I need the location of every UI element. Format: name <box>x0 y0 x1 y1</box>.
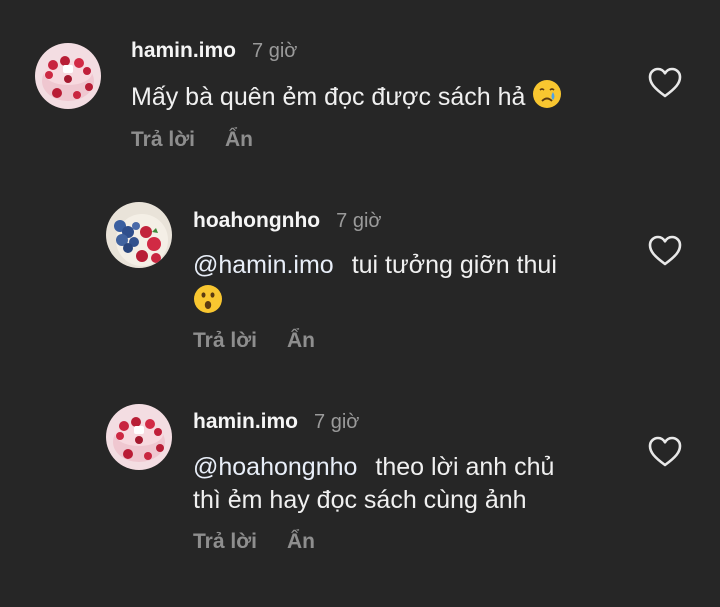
avatar[interactable] <box>106 404 172 470</box>
comment-text-line-1: theo lời anh chủ <box>375 453 555 481</box>
comment-header: hamin.imo 7 giờ <box>193 409 359 437</box>
comment-thread: hamin.imo 7 giờ Mấy bà quên ẻm đọc được s… <box>0 0 720 607</box>
heart-icon[interactable] <box>648 436 682 468</box>
comment-actions: Trả lời Ẩn <box>193 529 315 555</box>
timestamp: 7 giờ <box>314 411 360 433</box>
comment-text-line-2: thì ẻm hay đọc sách cùng ảnh <box>193 486 527 514</box>
mention-link[interactable]: @hoahongnho <box>193 453 357 481</box>
reply-button[interactable]: Trả lời <box>193 530 257 553</box>
comment-text: @hoahongnho theo lời anh chủ thì ẻm hay đ… <box>193 451 633 517</box>
hide-button[interactable]: Ẩn <box>287 530 315 553</box>
comment-item: hamin.imo 7 giờ @hoahongnho theo lời anh c… <box>0 0 720 607</box>
username[interactable]: hamin.imo <box>193 410 298 433</box>
